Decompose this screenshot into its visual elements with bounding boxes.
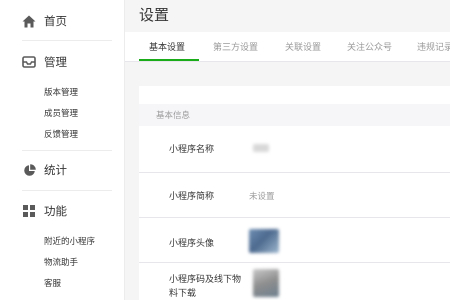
sidebar-item-manage[interactable]: 管理: [0, 49, 125, 75]
qrcode-image-blurred[interactable]: [253, 269, 279, 297]
row-value-short-name: 未设置: [249, 192, 275, 202]
main-content: 设置 基本设置 第三方设置 关联设置 关注公众号 违规记录 基本信息 小程序名称…: [125, 0, 450, 300]
sidebar-item-features[interactable]: 功能: [0, 198, 125, 224]
tab-third-party[interactable]: 第三方设置: [213, 40, 258, 53]
row-label-qrcode-line2: 料下载: [169, 289, 197, 299]
page-title: 设置: [139, 6, 170, 24]
row-label-short-name: 小程序简称: [169, 192, 215, 202]
avatar-image-blurred[interactable]: [249, 229, 279, 253]
divider: [22, 150, 112, 151]
home-icon: [22, 14, 36, 28]
row-divider: [139, 262, 450, 263]
sidebar-item-stats-label: 统计: [44, 163, 67, 177]
tab-association[interactable]: 关联设置: [285, 40, 321, 53]
tab-bar: 基本设置 第三方设置 关联设置 关注公众号 违规记录: [125, 32, 450, 62]
sidebar-item-stats[interactable]: 统计: [0, 157, 125, 183]
section-title: 基本信息: [156, 111, 191, 121]
section-header: 基本信息: [139, 104, 450, 126]
sidebar-subitem-logistics[interactable]: 物流助手: [44, 256, 78, 268]
tab-follow-account[interactable]: 关注公众号: [347, 40, 392, 53]
pie-chart-icon: [22, 163, 36, 177]
sidebar-subitem-nearby[interactable]: 附近的小程序: [44, 235, 95, 247]
divider: [22, 40, 112, 41]
name-value-blurred: [253, 144, 269, 152]
sidebar-item-features-label: 功能: [44, 204, 67, 218]
divider: [22, 190, 112, 191]
grid-icon: [22, 204, 36, 218]
sidebar-subitem-members[interactable]: 成员管理: [44, 107, 78, 119]
sidebar: 首页 管理 版本管理 成员管理 反馈管理 统计 功能 附近的小程序 物流助手 客…: [0, 0, 125, 300]
row-label-qrcode: 小程序码及线下物: [169, 275, 242, 285]
sidebar-subitem-version[interactable]: 版本管理: [44, 86, 78, 98]
sidebar-subitem-customer-service[interactable]: 客服: [44, 277, 61, 289]
active-tab-indicator: [139, 59, 199, 61]
sidebar-item-home-label: 首页: [44, 14, 67, 28]
sidebar-item-manage-label: 管理: [44, 55, 67, 69]
inbox-icon: [22, 55, 36, 69]
row-divider: [139, 217, 450, 218]
row-label-avatar: 小程序头像: [169, 239, 215, 249]
tab-basic-settings[interactable]: 基本设置: [149, 40, 185, 53]
row-label-name: 小程序名称: [169, 145, 215, 155]
row-divider: [139, 172, 450, 173]
basic-info-card: 基本信息 小程序名称 小程序简称 未设置 小程序头像 小程序码及线下物 料下载: [139, 86, 450, 300]
sidebar-item-home[interactable]: 首页: [0, 8, 125, 34]
tab-violations[interactable]: 违规记录: [417, 40, 450, 53]
sidebar-subitem-feedback[interactable]: 反馈管理: [44, 128, 78, 140]
